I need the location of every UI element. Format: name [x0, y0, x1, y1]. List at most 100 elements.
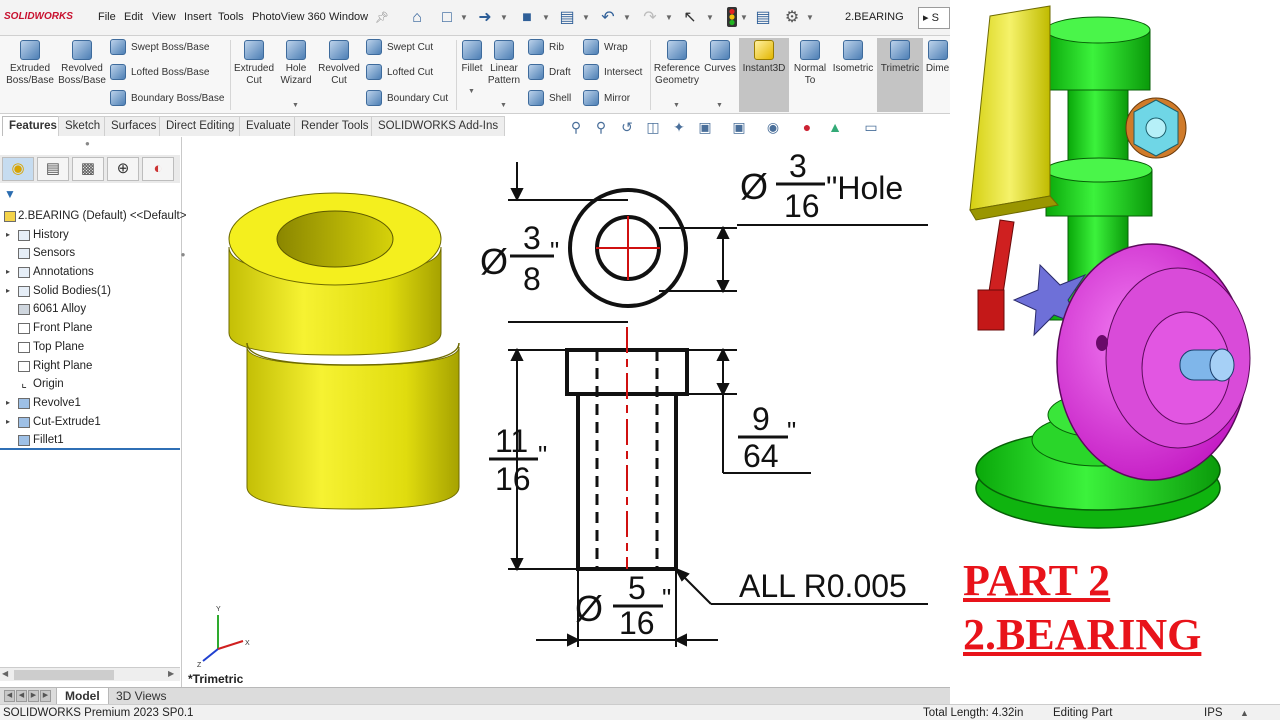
extruded-boss-button[interactable]: Extruded Boss/Base	[2, 40, 58, 87]
lofted-cut-button[interactable]: Lofted Cut	[366, 64, 433, 82]
hole-wizard-button[interactable]: Hole Wizard	[276, 40, 316, 87]
display-style-icon[interactable]: ▣	[730, 118, 748, 136]
chevron-down-icon[interactable]: ▼	[665, 13, 673, 22]
pin-icon[interactable]: 📌︎	[375, 11, 389, 24]
chevron-down-icon[interactable]: ▼	[740, 13, 748, 22]
open-icon[interactable]: ➜	[474, 7, 496, 29]
swept-boss-button[interactable]: Swept Boss/Base	[110, 39, 209, 57]
chevron-down-icon[interactable]: ▼	[500, 13, 508, 22]
print-icon[interactable]: ▤	[556, 7, 578, 29]
normal-to-button[interactable]: Normal To	[790, 40, 830, 87]
section-view-icon[interactable]: ◫	[644, 118, 662, 136]
property-manager-icon[interactable]: ▤	[37, 157, 69, 181]
wrap-button[interactable]: Wrap	[583, 39, 628, 57]
boundary-cut-button[interactable]: Boundary Cut	[366, 90, 448, 108]
save-icon[interactable]: ■	[516, 7, 538, 29]
expand-arrow-icon[interactable]: ▸	[6, 394, 10, 413]
intersect-button[interactable]: Intersect	[583, 64, 642, 82]
tab-3d-views[interactable]: 3D Views	[108, 688, 174, 705]
chevron-down-icon[interactable]: ▼	[292, 102, 299, 109]
previous-view-icon[interactable]: ↺	[618, 118, 636, 136]
tree-item-front-plane[interactable]: Front Plane	[0, 319, 180, 338]
isometric-button[interactable]: Isometric	[830, 40, 876, 75]
tab-render-tools[interactable]: Render Tools	[294, 116, 376, 136]
new-document-icon[interactable]: □	[436, 7, 458, 29]
menu-window[interactable]: Window	[329, 11, 368, 23]
view-settings-icon[interactable]: ▭	[862, 118, 880, 136]
tree-item-material[interactable]: 6061 Alloy	[0, 300, 180, 319]
previous-tab-icon[interactable]: ◀	[16, 690, 27, 702]
tree-item-sensors[interactable]: Sensors	[0, 244, 180, 263]
tab-addins[interactable]: SOLIDWORKS Add-Ins	[371, 116, 506, 136]
tree-item-top-plane[interactable]: Top Plane	[0, 338, 180, 357]
revolved-cut-button[interactable]: Revolved Cut	[316, 40, 362, 87]
tree-item-annotations[interactable]: ▸ Annotations	[0, 263, 180, 282]
view-orientation-icon[interactable]: ▣	[696, 118, 714, 136]
chevron-down-icon[interactable]: ▼	[542, 13, 550, 22]
last-tab-icon[interactable]: ▶	[40, 690, 51, 702]
extruded-cut-button[interactable]: Extruded Cut	[232, 40, 276, 87]
dimetric-button[interactable]: Dime	[925, 40, 950, 75]
redo-icon[interactable]: ↷	[639, 7, 661, 29]
swept-cut-button[interactable]: Swept Cut	[366, 39, 433, 57]
display-manager-icon[interactable]: ◐	[142, 157, 174, 181]
scroll-left-icon[interactable]: ◀	[2, 669, 8, 678]
expand-arrow-icon[interactable]: ▸	[6, 413, 10, 432]
select-icon[interactable]: ↖	[679, 7, 701, 29]
panel-grip[interactable]: ●	[85, 139, 90, 148]
zoom-to-fit-icon[interactable]: ⚲	[567, 118, 585, 136]
menu-tools[interactable]: Tools	[218, 11, 244, 23]
next-tab-icon[interactable]: ▶	[28, 690, 39, 702]
home-icon[interactable]: ⌂	[406, 7, 428, 29]
menu-photoview[interactable]: PhotoView 360	[252, 11, 326, 23]
bearing-3d-model[interactable]	[228, 192, 460, 510]
tab-model[interactable]: Model	[56, 688, 109, 705]
curves-button[interactable]: Curves	[704, 40, 736, 75]
tree-root-part[interactable]: 2.BEARING (Default) <<Default>	[0, 207, 186, 226]
chevron-down-icon[interactable]: ▼	[716, 102, 723, 109]
tab-evaluate[interactable]: Evaluate	[239, 116, 298, 136]
lofted-boss-button[interactable]: Lofted Boss/Base	[110, 64, 209, 82]
graphics-area[interactable]: Y X Z Ø 3 16 "Hole Ø 3 8 " 11 16 " 9 64 …	[183, 137, 950, 687]
tab-sketch[interactable]: Sketch	[58, 116, 108, 136]
tree-item-solid-bodies[interactable]: ▸ Solid Bodies(1)	[0, 282, 180, 301]
filter-icon[interactable]: ▼	[4, 187, 16, 201]
horizontal-scrollbar[interactable]: ◀ ▶	[0, 667, 180, 681]
solidworks-logo[interactable]: SOLIDWORKS	[4, 11, 73, 22]
menu-insert[interactable]: Insert	[184, 11, 212, 23]
chevron-down-icon[interactable]: ▼	[623, 13, 631, 22]
configuration-manager-icon[interactable]: ▩	[72, 157, 104, 181]
chevron-down-icon[interactable]: ▼	[582, 13, 590, 22]
tab-surfaces[interactable]: Surfaces	[104, 116, 164, 136]
trimetric-button[interactable]: Trimetric	[877, 38, 923, 112]
linear-pattern-button[interactable]: Linear Pattern	[486, 40, 522, 87]
tree-item-right-plane[interactable]: Right Plane	[0, 357, 180, 376]
undo-icon[interactable]: ↶	[597, 7, 619, 29]
zoom-to-area-icon[interactable]: ⚲	[592, 118, 610, 136]
tab-direct-editing[interactable]: Direct Editing	[159, 116, 242, 136]
revolved-boss-button[interactable]: Revolved Boss/Base	[56, 40, 108, 87]
first-tab-icon[interactable]: ◀	[4, 690, 15, 702]
feature-manager-icon[interactable]: ◉	[2, 157, 34, 181]
tree-item-cut-extrude1[interactable]: ▸ Cut-Extrude1	[0, 413, 180, 432]
boundary-boss-button[interactable]: Boundary Boss/Base	[110, 90, 224, 108]
mirror-button[interactable]: Mirror	[583, 90, 630, 108]
rollback-bar[interactable]	[0, 448, 180, 450]
expand-arrow-icon[interactable]: ▸	[6, 226, 10, 245]
instant3d-button[interactable]: Instant3D	[739, 38, 789, 112]
chevron-down-icon[interactable]: ▼	[460, 13, 468, 22]
tree-item-history[interactable]: ▸ History	[0, 226, 180, 245]
draft-button[interactable]: Draft	[528, 64, 571, 82]
chevron-down-icon[interactable]: ▼	[706, 13, 714, 22]
chevron-up-icon[interactable]: ▲	[1240, 706, 1249, 721]
scroll-right-icon[interactable]: ▶	[168, 669, 174, 678]
shell-button[interactable]: Shell	[528, 90, 571, 108]
dimxpert-icon[interactable]: ⊕	[107, 157, 139, 181]
chevron-down-icon[interactable]: ▼	[806, 13, 814, 22]
fillet-button[interactable]: Fillet	[458, 40, 486, 75]
edit-appearance-icon[interactable]: ●	[798, 118, 816, 136]
chevron-down-icon[interactable]: ▼	[673, 102, 680, 109]
search-input[interactable]: ▸ S	[918, 7, 950, 29]
file-properties-icon[interactable]: ▤	[752, 7, 774, 29]
unit-system[interactable]: IPS	[1204, 706, 1223, 721]
